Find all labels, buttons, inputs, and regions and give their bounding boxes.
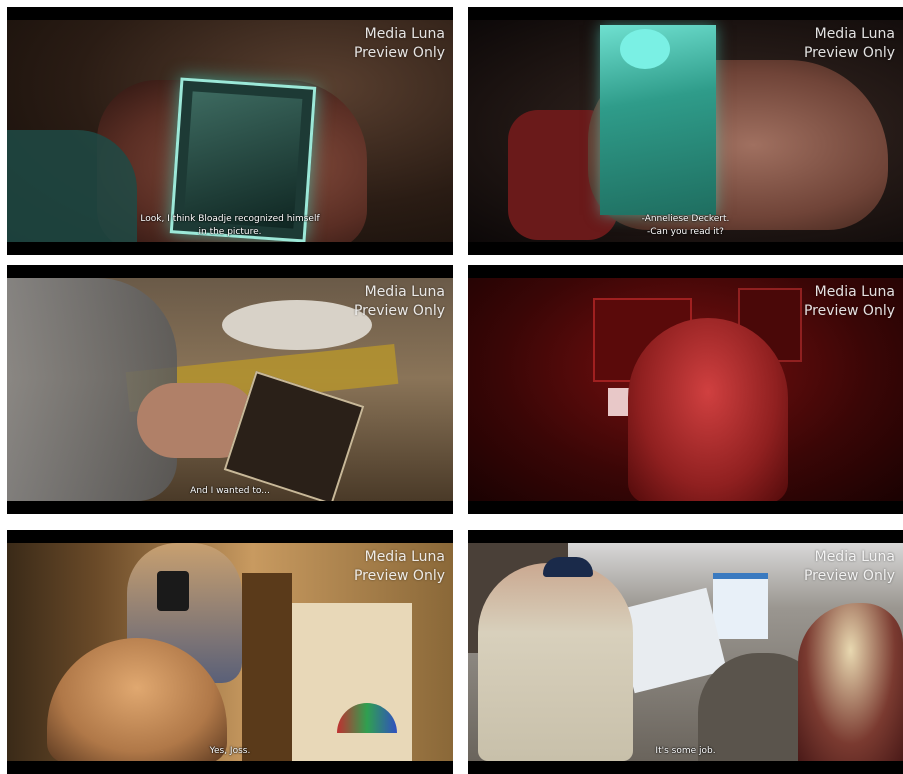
video-frame-4: Media Luna Preview Only: [468, 265, 903, 514]
watermark: Media Luna Preview Only: [804, 548, 895, 586]
subtitle-line: -Can you read it?: [647, 227, 724, 237]
watermark-line-1: Media Luna: [814, 26, 895, 42]
watermark-line-2: Preview Only: [353, 568, 445, 584]
camera: [157, 571, 189, 611]
door-frame: [242, 573, 292, 761]
woman-foreground: [798, 603, 903, 761]
watermark-line-1: Media Luna: [364, 284, 445, 300]
watermark: Media Luna Preview Only: [354, 548, 445, 586]
watermark: Media Luna Preview Only: [804, 25, 895, 63]
watermark-line-2: Preview Only: [353, 45, 445, 61]
man-in-cap: [478, 563, 633, 761]
watermark-line-2: Preview Only: [803, 568, 895, 584]
watermark-line-2: Preview Only: [353, 303, 445, 319]
subtitle-line: in the picture.: [198, 227, 262, 237]
video-frame-6: Media Luna Preview Only It's some job.: [468, 530, 903, 774]
watermark-line-1: Media Luna: [814, 284, 895, 300]
teal-card: [600, 25, 716, 215]
video-frame-3: Media Luna Preview Only And I wanted to.…: [7, 265, 453, 514]
subtitle: Look, I think Bloadje recognized himself…: [7, 213, 453, 239]
subtitle: It's some job.: [468, 745, 903, 758]
video-frame-5: Media Luna Preview Only Yes, Joss.: [7, 530, 453, 774]
video-frame-2: Media Luna Preview Only -Anneliese Decke…: [468, 7, 903, 255]
subtitle-line: Yes, Joss.: [209, 746, 251, 756]
bright-wall: [292, 603, 412, 761]
subtitle: Yes, Joss.: [7, 745, 453, 758]
subtitle: -Anneliese Deckert. -Can you read it?: [468, 213, 903, 239]
subtitle: And I wanted to...: [7, 485, 453, 498]
watermark-line-1: Media Luna: [364, 26, 445, 42]
subtitle-line: Look, I think Bloadje recognized himself: [140, 214, 320, 224]
portable-toilet: [713, 573, 768, 639]
watermark: Media Luna Preview Only: [354, 283, 445, 321]
watermark-line-1: Media Luna: [364, 549, 445, 565]
watermark: Media Luna Preview Only: [354, 25, 445, 63]
baseball-cap: [543, 557, 593, 577]
woman-with-long-hair: [628, 318, 788, 501]
watermark-line-1: Media Luna: [814, 549, 895, 565]
watermark-line-2: Preview Only: [803, 45, 895, 61]
plate: [222, 300, 372, 350]
video-frame-1: Media Luna Preview Only Look, I think Bl…: [7, 7, 453, 255]
watermark: Media Luna Preview Only: [804, 283, 895, 321]
subtitle-line: And I wanted to...: [190, 486, 270, 496]
watermark-line-2: Preview Only: [803, 303, 895, 319]
subtitle-line: It's some job.: [655, 746, 716, 756]
subtitle-line: -Anneliese Deckert.: [641, 214, 730, 224]
